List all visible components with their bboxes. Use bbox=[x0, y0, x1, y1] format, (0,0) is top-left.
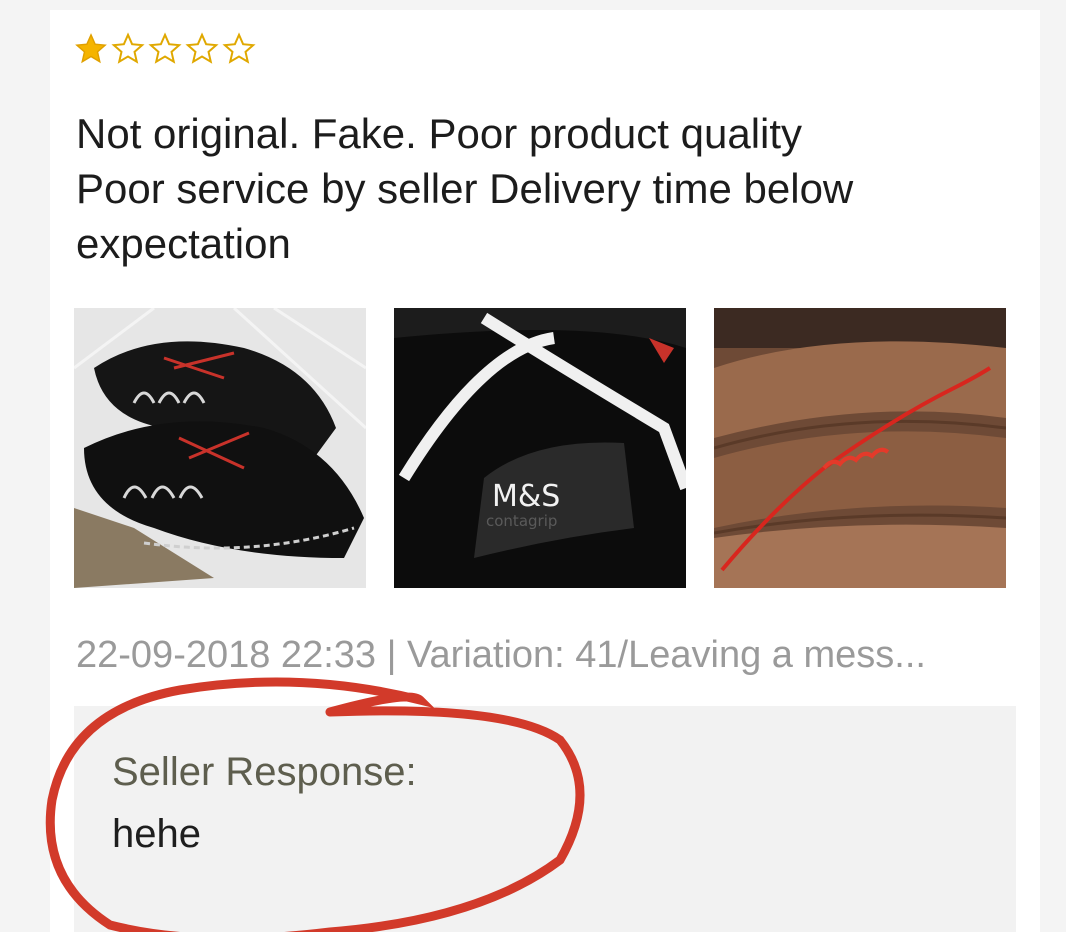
seller-response-text: hehe bbox=[112, 812, 201, 856]
review-text: Not original. Fake. Poor product quality… bbox=[76, 106, 1016, 271]
star-empty-icon bbox=[185, 32, 219, 64]
review-line: Poor service by seller Delivery time bel… bbox=[76, 165, 854, 212]
star-rating bbox=[74, 32, 256, 66]
review-line: expectation bbox=[76, 220, 291, 267]
review-line: Not original. Fake. Poor product quality bbox=[76, 110, 803, 157]
star-empty-icon bbox=[148, 32, 182, 64]
review-photo-logo[interactable]: M&S contagrip bbox=[394, 308, 686, 588]
shoe-logo-photo-icon: M&S contagrip bbox=[394, 308, 686, 588]
logo-subtext: contagrip bbox=[486, 512, 557, 530]
review-meta: 22-09-2018 22:33 | Variation: 41/Leaving… bbox=[76, 634, 926, 676]
star-filled-icon bbox=[75, 33, 107, 64]
star-empty-icon bbox=[222, 32, 256, 64]
seller-response-label: Seller Response: bbox=[112, 750, 417, 794]
shoes-photo-icon bbox=[74, 308, 366, 588]
thread-photo-icon bbox=[714, 308, 1006, 588]
star-empty-icon bbox=[111, 32, 145, 64]
review-photo-thread[interactable] bbox=[714, 308, 1006, 588]
seller-response-box bbox=[74, 706, 1016, 932]
review-photo-shoes[interactable] bbox=[74, 308, 366, 588]
logo-text: M&S bbox=[492, 479, 560, 514]
